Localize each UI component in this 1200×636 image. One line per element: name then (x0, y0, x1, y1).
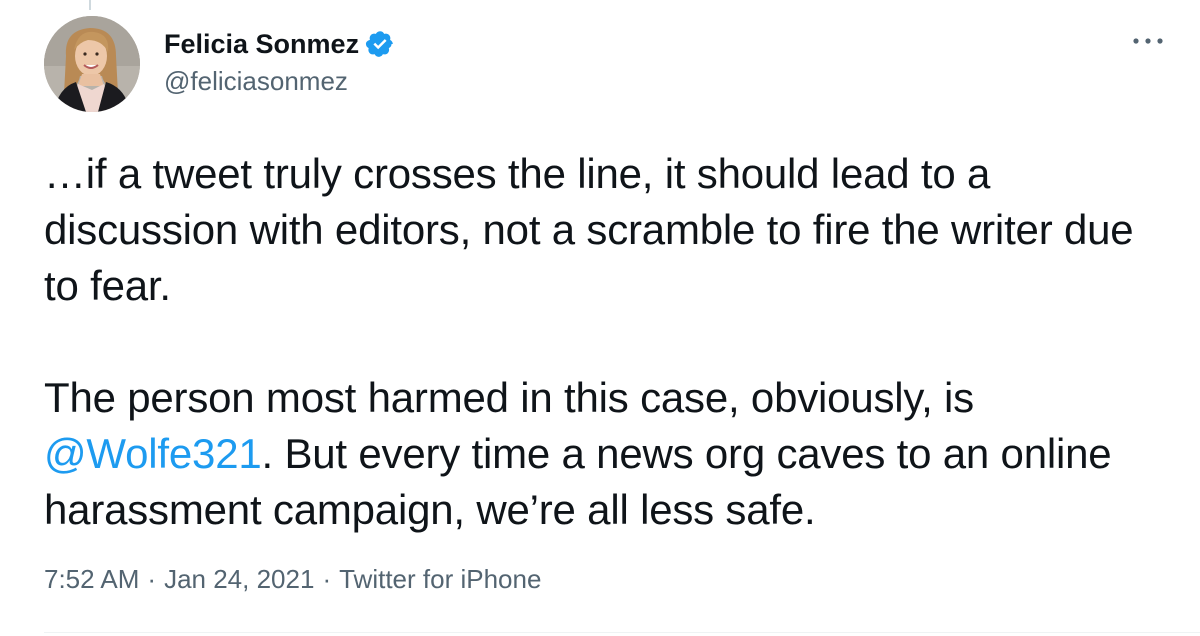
avatar-photo (44, 16, 140, 112)
author-display-name[interactable]: Felicia Sonmez (164, 29, 359, 60)
author-handle[interactable]: @feliciasonmez (164, 66, 395, 97)
tweet-time[interactable]: 7:52 AM (44, 564, 139, 595)
tweet-text: …if a tweet truly crosses the line, it s… (44, 146, 1164, 538)
tweet-paragraph-2-intro: The person most harmed in this case, obv… (44, 374, 974, 421)
tweet-paragraph-1: …if a tweet truly crosses the line, it s… (44, 150, 1134, 309)
tweet-metadata: 7:52 AM · Jan 24, 2021 · Twitter for iPh… (44, 564, 541, 595)
verified-badge-icon (365, 29, 395, 59)
tweet: Felicia Sonmez @feliciasonmez …if a twee… (0, 0, 1200, 636)
meta-separator: · (322, 564, 332, 594)
more-options-icon[interactable] (1128, 30, 1168, 52)
divider (44, 632, 1200, 633)
tweet-paragraph-2: The person most harmed in this case, obv… (44, 370, 1164, 538)
tweet-header: Felicia Sonmez @feliciasonmez (164, 26, 395, 97)
tweet-date[interactable]: Jan 24, 2021 (164, 564, 314, 595)
mention-link[interactable]: @Wolfe321 (44, 430, 262, 477)
meta-separator: · (147, 564, 157, 594)
avatar[interactable] (44, 16, 140, 112)
name-row: Felicia Sonmez (164, 26, 395, 62)
tweet-source[interactable]: Twitter for iPhone (339, 564, 541, 595)
